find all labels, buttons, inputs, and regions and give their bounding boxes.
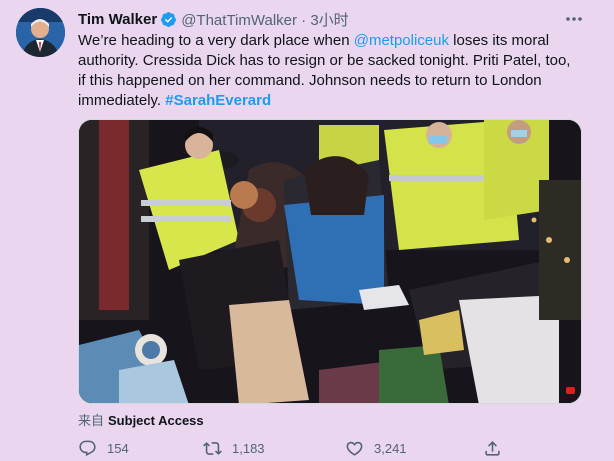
like-button[interactable]: 3,241 (345, 436, 407, 460)
tweet-source: 来自 Subject Access (78, 410, 204, 429)
hashtag-link[interactable]: #SarahEverard (165, 92, 271, 109)
reply-icon (79, 440, 96, 456)
tweet-video[interactable] (78, 119, 582, 404)
retweet-icon (203, 441, 222, 455)
tweet-header: Tim Walker @ThatTimWalker · 3小时 (78, 9, 349, 29)
more-options-icon[interactable] (563, 9, 585, 29)
source-app-link[interactable]: Subject Access (108, 413, 204, 428)
tweet-actions: 154 1,183 3,241 (78, 436, 582, 460)
video-frame (79, 120, 581, 403)
avatar[interactable] (16, 8, 65, 57)
tweet-text: We’re heading to a very dark place when … (78, 31, 578, 111)
retweet-button[interactable]: 1,183 (203, 436, 265, 460)
author-name[interactable]: Tim Walker (78, 11, 157, 28)
retweet-count: 1,183 (232, 440, 265, 456)
verified-badge-icon (161, 11, 177, 27)
share-button[interactable] (483, 436, 502, 460)
avatar-image (16, 8, 65, 57)
video-indicator-icon (566, 387, 575, 394)
reply-count: 154 (107, 440, 129, 456)
mention-link[interactable]: @metpoliceuk (354, 32, 449, 49)
like-count: 3,241 (374, 440, 407, 456)
share-icon (485, 440, 500, 456)
source-prefix: 来自 (78, 413, 105, 428)
handle-and-time[interactable]: @ThatTimWalker · 3小时 (181, 9, 348, 30)
tweet[interactable]: Tim Walker @ThatTimWalker · 3小时 We’re he… (0, 0, 614, 461)
heart-icon (346, 441, 363, 456)
tweet-text-part-1: We’re heading to a very dark place when (78, 32, 354, 49)
reply-button[interactable]: 154 (78, 436, 129, 460)
